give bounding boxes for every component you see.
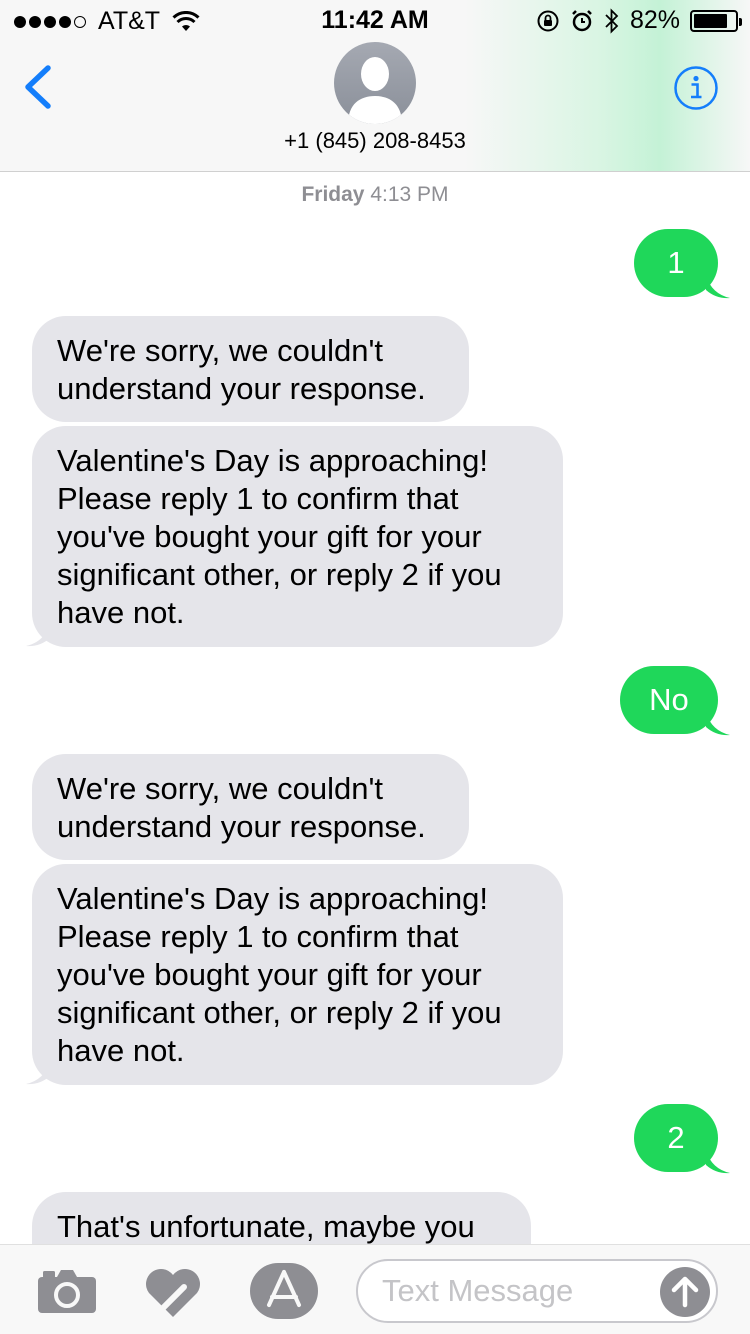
battery-icon [690, 9, 742, 32]
message-text: We're sorry, we couldn't understand your… [57, 771, 426, 844]
bubble-tail [706, 713, 730, 736]
message-text: We're sorry, we couldn't understand your… [57, 333, 426, 406]
message-input-field[interactable] [356, 1259, 718, 1323]
bubble-tail [706, 276, 730, 299]
incoming-message[interactable]: We're sorry, we couldn't understand your… [32, 316, 469, 422]
message-text: Valentine's Day is approaching! Please r… [57, 881, 502, 1068]
back-chevron-icon[interactable] [18, 62, 58, 112]
bubble-tail [26, 624, 50, 647]
battery-fill [694, 13, 727, 28]
digital-touch-icon[interactable] [144, 1267, 202, 1319]
contact-name[interactable]: +1 (845) 208-8453 [0, 128, 750, 154]
message-text: 2 [667, 1120, 685, 1155]
contact-avatar[interactable] [334, 42, 416, 124]
bubble-tail [26, 1062, 50, 1085]
incoming-message[interactable]: Valentine's Day is approaching! Please r… [32, 864, 563, 1085]
bubble-tail [706, 1151, 730, 1174]
message-text: Valentine's Day is approaching! Please r… [57, 443, 502, 630]
compose-toolbar [0, 1244, 750, 1334]
conversation-header: AT&T 11:42 AM 82% +1 (845) 208-8453 [0, 0, 750, 172]
message-text: 1 [667, 245, 685, 280]
message-input[interactable] [382, 1269, 652, 1313]
messages-screen: AT&T 11:42 AM 82% +1 (845) 208-8453 Frid… [0, 0, 750, 1334]
send-button[interactable] [660, 1267, 710, 1317]
message-text: No [649, 682, 689, 717]
conversation-timestamp: Friday 4:13 PM [0, 183, 750, 207]
battery-percentage: 82% [629, 6, 680, 34]
app-store-icon[interactable] [250, 1263, 318, 1319]
timestamp-time: 4:13 PM [370, 183, 449, 206]
message-text: That's unfortunate, maybe you [57, 1209, 475, 1244]
incoming-message[interactable]: We're sorry, we couldn't understand your… [32, 754, 469, 860]
status-bar: AT&T 11:42 AM 82% [0, 0, 750, 40]
timestamp-day: Friday [301, 183, 365, 206]
send-arrow-icon [671, 1276, 699, 1308]
outgoing-message[interactable]: No [620, 666, 718, 734]
status-right: 82% [536, 6, 742, 35]
orientation-lock-icon [537, 10, 559, 31]
bluetooth-icon [605, 7, 619, 34]
camera-icon[interactable] [38, 1269, 96, 1313]
info-icon[interactable] [673, 65, 719, 111]
incoming-message[interactable]: Valentine's Day is approaching! Please r… [32, 426, 563, 647]
person-silhouette-icon [348, 57, 402, 124]
alarm-icon [572, 9, 592, 31]
